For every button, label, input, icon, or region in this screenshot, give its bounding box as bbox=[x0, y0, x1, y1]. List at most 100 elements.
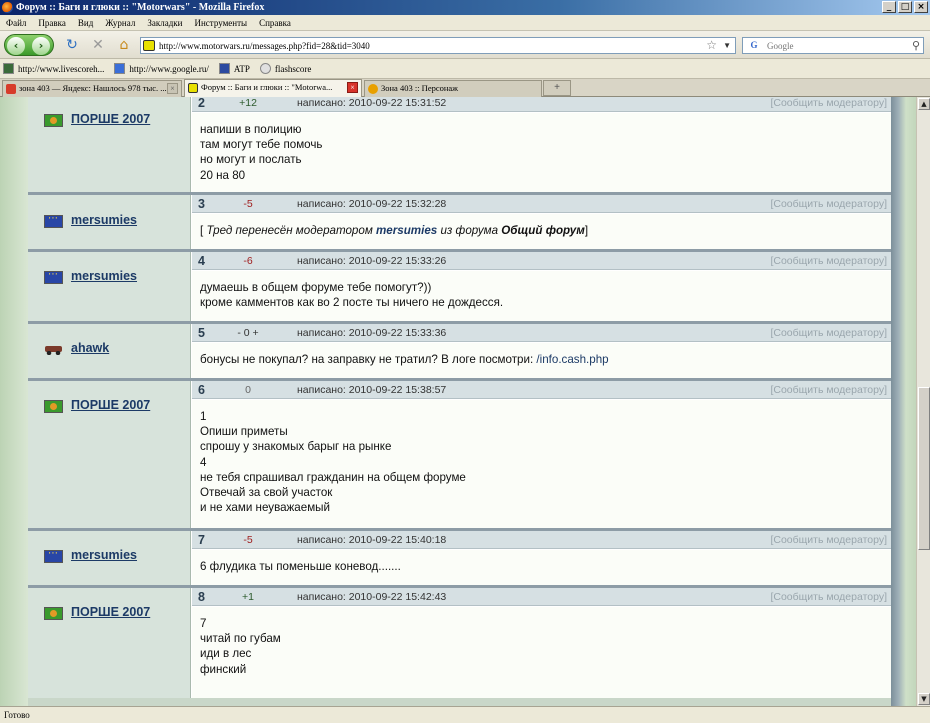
search-input[interactable] bbox=[767, 39, 897, 52]
post-number: 6 bbox=[198, 383, 205, 397]
post-date: написано: 2010-09-22 15:42:43 bbox=[297, 591, 447, 603]
site-favicon-icon bbox=[143, 40, 155, 51]
new-tab-button[interactable]: + bbox=[543, 80, 571, 96]
report-moderator-link[interactable]: [Сообщить модератору] bbox=[770, 252, 887, 270]
bookmark-label: ATP bbox=[233, 63, 250, 74]
url-input[interactable] bbox=[159, 39, 699, 52]
maximize-button[interactable]: □ bbox=[898, 1, 912, 13]
tab-strip: зона 403 — Яндекс: Нашлось 978 тыс. ... … bbox=[0, 79, 930, 97]
google-icon bbox=[114, 63, 126, 74]
tab-label: зона 403 — Яндекс: Нашлось 978 тыс. ... bbox=[19, 83, 167, 93]
bookmark-star-icon[interactable]: ☆ bbox=[706, 38, 717, 53]
menu-file[interactable]: Файл bbox=[6, 15, 26, 30]
post-number: 2 bbox=[198, 97, 205, 110]
post-rating[interactable]: 0 bbox=[212, 381, 284, 399]
back-button[interactable]: ‹ bbox=[7, 37, 25, 55]
post-text-line: Опиши приметы bbox=[200, 425, 288, 439]
status-bar: Готово bbox=[0, 706, 930, 723]
post-rating[interactable]: +1 bbox=[212, 588, 284, 606]
scroll-down-icon[interactable]: ▼ bbox=[918, 693, 930, 705]
post-header: 8 +1 написано: 2010-09-22 15:42:43 [Сооб… bbox=[192, 588, 891, 606]
bookmark-flashscore[interactable]: flashscore bbox=[259, 59, 311, 78]
menu-bar: Файл Правка Вид Журнал Закладки Инструме… bbox=[0, 15, 930, 31]
report-moderator-link[interactable]: [Сообщить модератору] bbox=[770, 324, 887, 342]
post-text-line: но могут и послать bbox=[200, 153, 302, 167]
author-link[interactable]: mersumies bbox=[71, 548, 137, 562]
post-date: написано: 2010-09-22 15:33:26 bbox=[297, 255, 447, 267]
author-link[interactable]: ПОРШЕ 2007 bbox=[71, 605, 150, 619]
navigation-toolbar: ‹ › ↻ ✕ ⌂ ☆ ▼ G ⚲ bbox=[0, 31, 930, 59]
tab-forum[interactable]: Форум :: Баги и глюки :: "Motorwa... × bbox=[184, 79, 362, 97]
url-dropdown-icon[interactable]: ▼ bbox=[723, 38, 731, 53]
reload-icon[interactable]: ↻ bbox=[64, 37, 80, 53]
report-moderator-link[interactable]: [Сообщить модератору] bbox=[770, 531, 887, 549]
post-author-cell: mersumies bbox=[28, 531, 191, 585]
forum-post: ПОРШЕ 2007 8 +1 написано: 2010-09-22 15:… bbox=[28, 588, 891, 698]
search-bar[interactable]: G ⚲ bbox=[742, 37, 924, 54]
post-body: 6 флудика ты поменьше коневод....... bbox=[192, 550, 891, 585]
report-moderator-link[interactable]: [Сообщить модератору] bbox=[770, 588, 887, 606]
report-moderator-link[interactable]: [Сообщить модератору] bbox=[770, 97, 887, 112]
google-search-engine-icon[interactable]: G bbox=[745, 39, 763, 52]
close-window-button[interactable]: × bbox=[914, 1, 928, 13]
url-bar[interactable]: ☆ ▼ bbox=[140, 37, 736, 54]
author-link[interactable]: ПОРШЕ 2007 bbox=[71, 398, 150, 412]
post-text-line: иди в лес bbox=[200, 647, 252, 661]
post-author-cell: ПОРШЕ 2007 bbox=[28, 381, 191, 528]
tab-close-icon[interactable]: × bbox=[167, 83, 178, 94]
author-link[interactable]: ahawk bbox=[71, 341, 109, 355]
search-icon[interactable]: ⚲ bbox=[912, 38, 920, 53]
menu-tools[interactable]: Инструменты bbox=[194, 15, 247, 30]
post-author-cell: mersumies bbox=[28, 195, 191, 249]
menu-view[interactable]: Вид bbox=[78, 15, 93, 30]
post-rating[interactable]: +12 bbox=[212, 97, 284, 112]
scroll-up-icon[interactable]: ▲ bbox=[918, 98, 930, 110]
flashscore-icon bbox=[259, 63, 271, 74]
post-text-line: 20 на 80 bbox=[200, 168, 246, 182]
car-icon bbox=[44, 343, 63, 356]
bookmark-label: http://www.livescoreh... bbox=[18, 63, 105, 74]
post-rating-vote[interactable]: - 0 + bbox=[212, 324, 284, 342]
post-header: 4 -6 написано: 2010-09-22 15:33:26 [Сооб… bbox=[192, 252, 891, 270]
bookmark-google[interactable]: http://www.google.ru/ bbox=[114, 59, 209, 78]
eu-flag-icon bbox=[44, 269, 63, 284]
post-number: 3 bbox=[198, 197, 205, 211]
forum-post: ПОРШЕ 2007 2 +12 написано: 2010-09-22 15… bbox=[28, 97, 891, 195]
tab-zone403[interactable]: Зона 403 :: Персонаж bbox=[364, 80, 542, 97]
menu-edit[interactable]: Правка bbox=[38, 15, 65, 30]
source-forum-name[interactable]: Общий форум bbox=[501, 224, 585, 237]
menu-help[interactable]: Справка bbox=[259, 15, 291, 30]
author-link[interactable]: mersumies bbox=[71, 213, 137, 227]
post-body: 1 Опиши приметы спрошу у знакомых барыг … bbox=[192, 400, 891, 528]
stop-icon[interactable]: ✕ bbox=[90, 37, 106, 53]
cash-log-link[interactable]: /info.cash.php bbox=[536, 353, 608, 366]
menu-bookmarks[interactable]: Закладки bbox=[147, 15, 182, 30]
moderator-name[interactable]: mersumies bbox=[376, 224, 437, 237]
menu-history[interactable]: Журнал bbox=[105, 15, 135, 30]
post-rating[interactable]: -5 bbox=[212, 195, 284, 213]
bracket-close: ] bbox=[584, 224, 589, 237]
report-moderator-link[interactable]: [Сообщить модератору] bbox=[770, 381, 887, 399]
post-rating[interactable]: -5 bbox=[212, 531, 284, 549]
forum-favicon-icon bbox=[188, 83, 198, 93]
right-decoration bbox=[891, 97, 916, 706]
page-scrollbar[interactable]: ▲ ▼ bbox=[916, 97, 930, 706]
tab-yandex[interactable]: зона 403 — Яндекс: Нашлось 978 тыс. ... … bbox=[2, 80, 182, 97]
minimize-button[interactable]: _ bbox=[882, 1, 896, 13]
author-link[interactable]: ПОРШЕ 2007 bbox=[71, 112, 150, 126]
scrollbar-thumb[interactable] bbox=[918, 387, 930, 550]
forward-button[interactable]: › bbox=[32, 37, 50, 55]
forum-post: ahawk 5 - 0 + написано: 2010-09-22 15:33… bbox=[28, 324, 891, 381]
post-text-line: напиши в полицию bbox=[200, 123, 302, 136]
author-link[interactable]: mersumies bbox=[71, 269, 137, 283]
post-text-line: Отвечай за свой участок bbox=[200, 486, 333, 500]
tab-close-icon[interactable]: × bbox=[347, 82, 358, 93]
tab-label: Зона 403 :: Персонаж bbox=[381, 83, 459, 93]
bookmark-atp[interactable]: ATP bbox=[218, 59, 250, 78]
system-message: [ Тред перенесён модератором mersumies и… bbox=[200, 223, 883, 238]
report-moderator-link[interactable]: [Сообщить модератору] bbox=[770, 195, 887, 213]
home-icon[interactable]: ⌂ bbox=[116, 37, 132, 53]
post-number: 4 bbox=[198, 254, 205, 268]
bookmark-livescore[interactable]: http://www.livescoreh... bbox=[3, 59, 104, 78]
post-rating[interactable]: -6 bbox=[212, 252, 284, 270]
